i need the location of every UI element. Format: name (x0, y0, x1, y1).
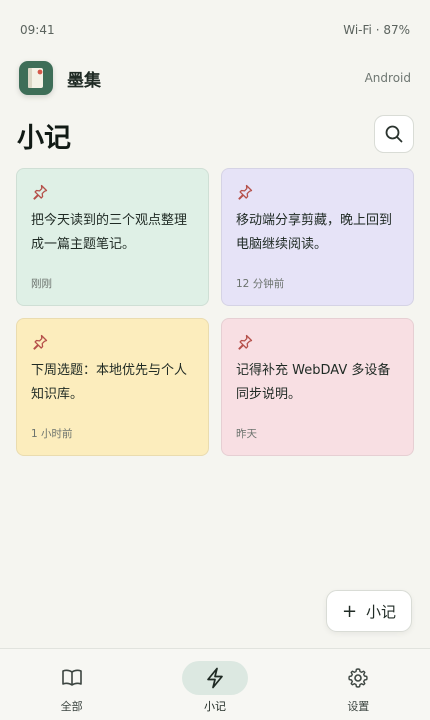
note-text: 把今天读到的三个观点整理成一篇主题笔记。 (31, 213, 188, 252)
note-time: 刚刚 (31, 278, 52, 290)
plus-icon: + (341, 600, 358, 622)
nav-label: 全部 (60, 700, 83, 713)
pin-icon[interactable] (236, 333, 254, 351)
pin-icon[interactable] (31, 333, 49, 351)
note-text: 移动端分享剪藏，晚上回到电脑继续阅读。 (236, 213, 393, 252)
nav-label: 小记 (203, 700, 226, 713)
app-name: 墨集 (67, 70, 101, 91)
nav-icon-wrap (325, 661, 391, 695)
add-note-label: 小记 (366, 602, 397, 621)
gear-icon (348, 668, 369, 688)
search-button[interactable] (374, 115, 414, 153)
book-icon (61, 669, 82, 686)
page-title: 小记 (17, 123, 71, 154)
app-header: 墨集 Android (0, 56, 430, 100)
note-card[interactable]: 记得补充 WebDAV 多设备同步说明。 昨天 (221, 318, 414, 456)
note-card[interactable]: 把今天读到的三个观点整理成一篇主题笔记。 刚刚 (16, 168, 209, 306)
nav-item-settings[interactable]: 设置 (287, 649, 430, 720)
nav-item-notes[interactable]: 小记 (143, 649, 286, 720)
note-text: 下周选题：本地优先与个人知识库。 (31, 363, 188, 402)
note-text: 记得补充 WebDAV 多设备同步说明。 (236, 363, 391, 402)
add-note-button[interactable]: + 小记 (326, 590, 412, 632)
status-network: Wi-Fi · 87% (343, 23, 410, 37)
note-time: 昨天 (236, 428, 257, 440)
note-card[interactable]: 下周选题：本地优先与个人知识库。 1 小时前 (16, 318, 209, 456)
note-card[interactable]: 移动端分享剪藏，晚上回到电脑继续阅读。 12 分钟前 (221, 168, 414, 306)
nav-label: 设置 (347, 700, 370, 713)
nav-item-all[interactable]: 全部 (0, 649, 143, 720)
status-bar: 09:41 Wi-Fi · 87% (0, 0, 430, 60)
lightning-icon (207, 667, 223, 689)
nav-icon-wrap (181, 661, 248, 695)
note-time: 1 小时前 (31, 428, 73, 440)
note-time: 12 分钟前 (236, 278, 285, 290)
notes-grid: 把今天读到的三个观点整理成一篇主题笔记。 刚刚 移动端分享剪藏，晚上回到电脑继续… (16, 168, 414, 456)
app-logo-icon (19, 61, 53, 95)
platform-label: Android (364, 71, 411, 85)
pin-icon[interactable] (31, 183, 49, 201)
bottom-nav: 全部 小记 设置 (0, 648, 430, 720)
nav-icon-wrap (39, 661, 105, 695)
status-time: 09:41 (20, 23, 55, 37)
search-icon (385, 125, 403, 143)
pin-icon[interactable] (236, 183, 254, 201)
